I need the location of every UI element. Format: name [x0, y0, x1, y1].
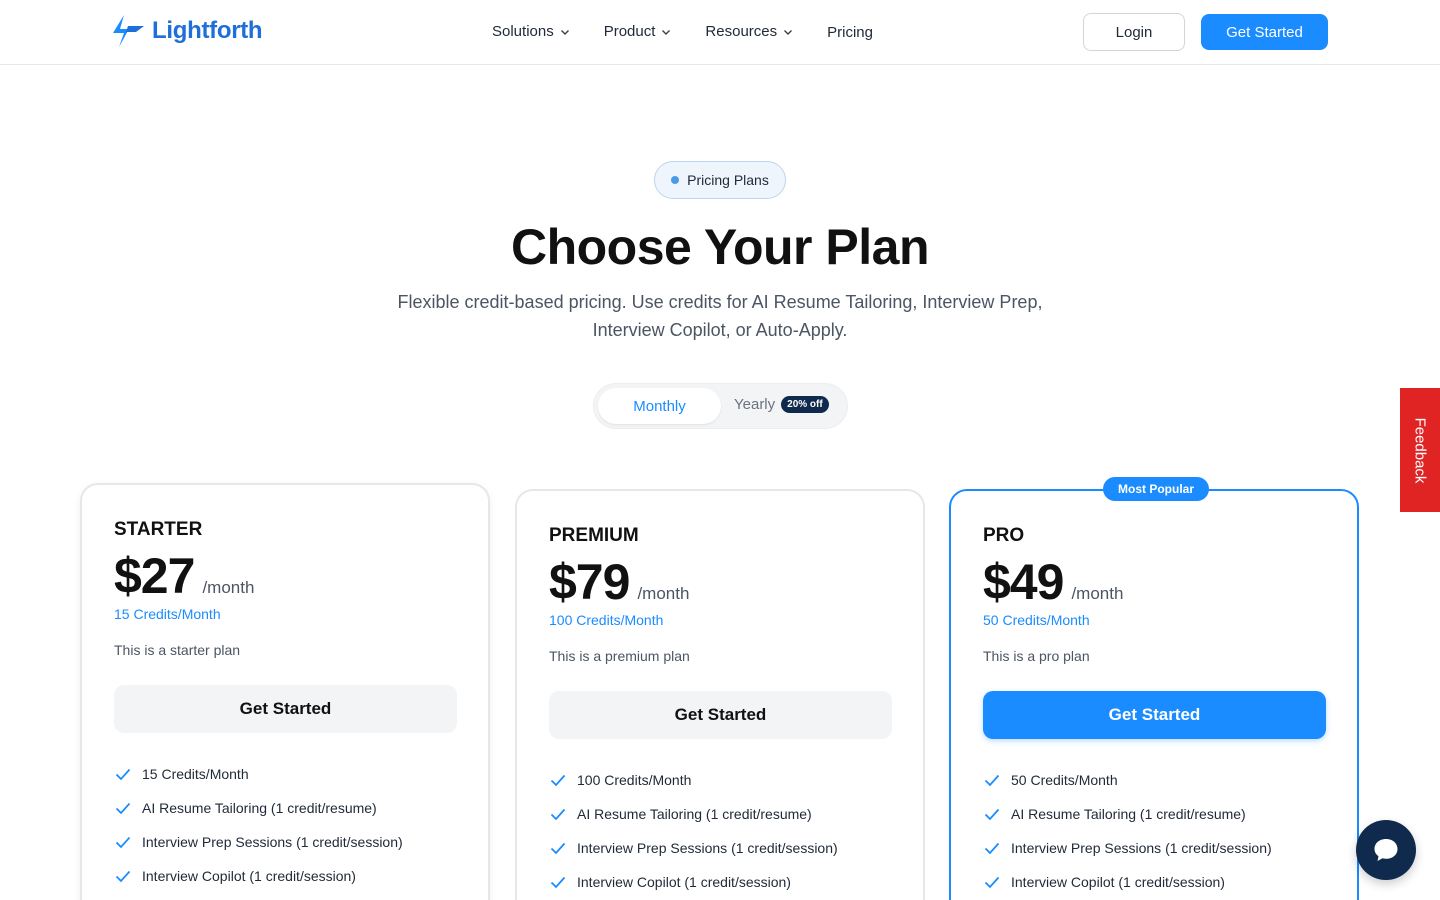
feature-text: AI Resume Tailoring (1 credit/resume)	[577, 806, 812, 822]
chevron-down-icon	[784, 29, 793, 35]
feature-item: Interview Copilot (1 credit/session)	[549, 865, 838, 899]
feature-item: Interview Prep Sessions (1 credit/sessio…	[983, 831, 1272, 865]
feature-text: 50 Credits/Month	[1011, 772, 1118, 788]
plan-price: $49	[983, 554, 1064, 610]
plan-card-premium: PREMIUM $79 /month 100 Credits/Month Thi…	[515, 489, 925, 900]
plan-card-starter: STARTER $27 /month 15 Credits/Month This…	[80, 483, 490, 900]
badge-label: Pricing Plans	[687, 172, 769, 188]
feature-item: AI Resume Tailoring (1 credit/resume)	[114, 791, 403, 825]
check-icon	[984, 808, 1000, 821]
plan-period: /month	[1071, 584, 1124, 603]
plan-name: PRO	[983, 525, 1025, 546]
feature-item: 15 Credits/Month	[114, 757, 403, 791]
header-get-started-button[interactable]: Get Started	[1201, 14, 1328, 50]
chevron-down-icon	[662, 29, 671, 35]
check-icon	[115, 870, 131, 883]
feature-text: Interview Prep Sessions (1 credit/sessio…	[142, 834, 403, 850]
billing-yearly-option[interactable]: Yearly 20% off	[734, 396, 829, 413]
billing-yearly-label: Yearly	[734, 396, 776, 413]
chat-widget-button[interactable]	[1356, 820, 1416, 880]
feature-text: AI Resume Tailoring (1 credit/resume)	[1011, 806, 1246, 822]
plan-price: $27	[114, 548, 195, 604]
feature-list: 100 Credits/Month AI Resume Tailoring (1…	[549, 763, 838, 899]
check-icon	[984, 774, 1000, 787]
brand-name: Lightforth	[152, 17, 263, 44]
feature-item: AI Resume Tailoring (1 credit/resume)	[549, 797, 838, 831]
plan-credits: 100 Credits/Month	[549, 612, 664, 628]
nav-solutions-label: Solutions	[492, 23, 554, 40]
feature-text: AI Resume Tailoring (1 credit/resume)	[142, 800, 377, 816]
nav-pricing[interactable]: Pricing	[827, 24, 873, 41]
plan-price: $79	[549, 554, 630, 610]
check-icon	[550, 842, 566, 855]
nav-product[interactable]: Product	[604, 23, 672, 40]
plan-name: PREMIUM	[549, 525, 639, 546]
plan-description: This is a starter plan	[114, 642, 241, 658]
price-row: $27 /month	[114, 547, 254, 605]
page-subtitle: Flexible credit-based pricing. Use credi…	[397, 292, 1043, 340]
feature-item: 100 Credits/Month	[549, 763, 838, 797]
check-icon	[984, 842, 1000, 855]
feedback-label: Feedback	[1411, 417, 1429, 483]
feature-text: Interview Copilot (1 credit/session)	[577, 874, 791, 890]
plan-credits: 15 Credits/Month	[114, 606, 221, 622]
nav-pricing-label: Pricing	[827, 24, 873, 41]
check-icon	[550, 876, 566, 889]
nav-solutions[interactable]: Solutions	[492, 23, 570, 40]
billing-toggle: Monthly Yearly 20% off	[593, 383, 848, 429]
feature-item: 50 Credits/Month	[983, 763, 1272, 797]
pro-get-started-button[interactable]: Get Started	[983, 691, 1326, 739]
starter-get-started-button[interactable]: Get Started	[114, 685, 457, 733]
feature-text: Interview Copilot (1 credit/session)	[142, 868, 356, 884]
feature-text: Interview Copilot (1 credit/session)	[1011, 874, 1225, 890]
plan-name: STARTER	[114, 519, 203, 540]
feature-text: 15 Credits/Month	[142, 766, 249, 782]
plan-description: This is a pro plan	[983, 648, 1090, 664]
feature-item: Interview Prep Sessions (1 credit/sessio…	[549, 831, 838, 865]
nav-resources-label: Resources	[705, 23, 778, 40]
check-icon	[115, 768, 131, 781]
nav-product-label: Product	[603, 23, 656, 40]
brand-logo[interactable]: Lightforth	[110, 14, 263, 48]
check-icon	[550, 774, 566, 787]
feature-item: Interview Copilot (1 credit/session)	[983, 865, 1272, 899]
badge-dot-icon	[671, 176, 680, 184]
feature-item: AI Resume Tailoring (1 credit/resume)	[983, 797, 1272, 831]
page-title: Choose Your Plan	[510, 219, 930, 275]
price-row: $79 /month	[549, 553, 689, 611]
feature-text: Interview Prep Sessions (1 credit/sessio…	[577, 840, 838, 856]
plan-period: /month	[202, 578, 255, 597]
premium-get-started-button[interactable]: Get Started	[549, 691, 892, 739]
login-button[interactable]: Login	[1083, 13, 1185, 51]
feature-item: Interview Prep Sessions (1 credit/sessio…	[114, 825, 403, 859]
check-icon	[984, 876, 1000, 889]
feedback-tab[interactable]: Feedback	[1400, 388, 1440, 512]
chat-bubble-icon	[1374, 839, 1398, 861]
chevron-down-icon	[560, 29, 569, 35]
plan-credits: 50 Credits/Month	[983, 612, 1090, 628]
check-icon	[550, 808, 566, 821]
main-nav: Solutions Product Resources Pricing	[492, 22, 907, 41]
check-icon	[115, 836, 131, 849]
billing-monthly-option[interactable]: Monthly	[598, 388, 721, 424]
lightning-logo-icon	[113, 15, 144, 47]
feature-list: 15 Credits/Month AI Resume Tailoring (1 …	[114, 757, 403, 893]
plan-description: This is a premium plan	[549, 648, 690, 664]
feature-text: Interview Prep Sessions (1 credit/sessio…	[1011, 840, 1272, 856]
most-popular-badge: Most Popular	[1103, 477, 1210, 501]
nav-resources[interactable]: Resources	[705, 23, 793, 40]
price-row: $49 /month	[983, 553, 1123, 611]
plan-period: /month	[637, 584, 690, 603]
site-header: Lightforth Solutions Product Resources P…	[0, 0, 1440, 65]
feature-text: 100 Credits/Month	[577, 772, 692, 788]
feature-list: 50 Credits/Month AI Resume Tailoring (1 …	[983, 763, 1272, 899]
check-icon	[115, 802, 131, 815]
feature-item: Interview Copilot (1 credit/session)	[114, 859, 403, 893]
pricing-plans-badge: Pricing Plans	[654, 161, 786, 199]
plan-card-pro: Most Popular PRO $49 /month 50 Credits/M…	[949, 477, 1359, 900]
discount-badge: 20% off	[781, 396, 829, 413]
